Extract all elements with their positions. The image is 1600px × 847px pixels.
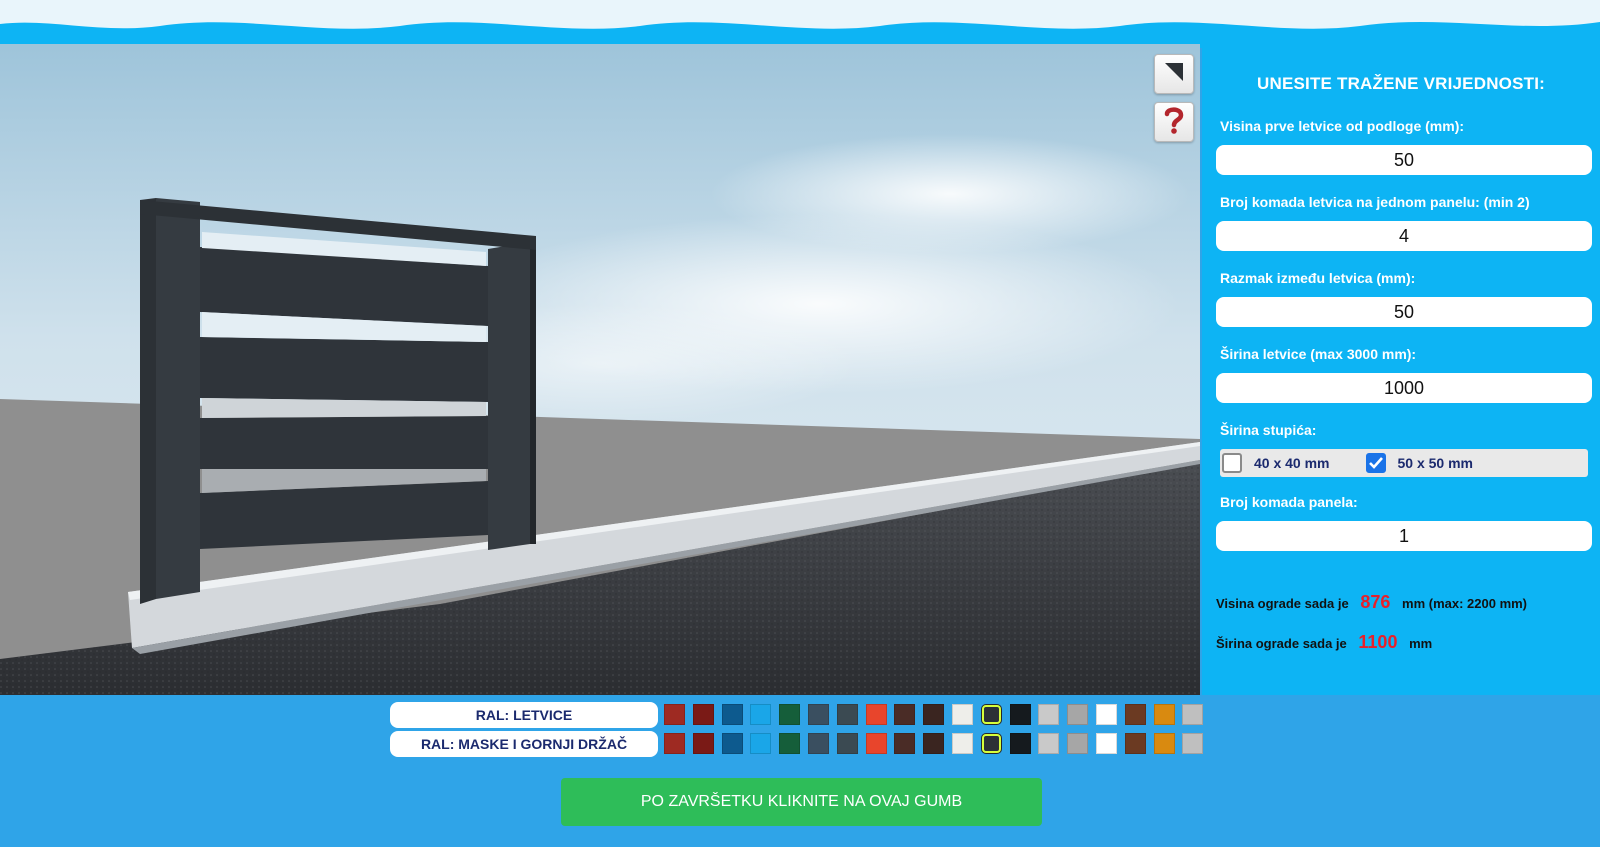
post-width-label: Širina stupića:	[1220, 422, 1317, 438]
fence-scene	[0, 44, 1200, 695]
finish-button[interactable]: PO ZAVRŠETKU KLIKNITE NA OVAJ GUMB	[561, 778, 1042, 826]
color-swatch[interactable]	[894, 704, 916, 725]
color-swatch[interactable]	[923, 733, 945, 754]
color-swatch[interactable]	[807, 704, 829, 725]
slat-spacing-label: Razmak između letvica (mm):	[1220, 270, 1416, 286]
fence-height-value: 876	[1360, 592, 1391, 612]
post-40-option[interactable]: 40 x 40 mm	[1222, 453, 1330, 473]
color-swatch[interactable]	[951, 704, 973, 725]
question-mark-icon	[1161, 105, 1187, 140]
post-40-checkbox[interactable]	[1222, 453, 1242, 473]
color-swatch[interactable]	[807, 733, 829, 754]
color-swatch[interactable]	[779, 704, 801, 725]
fence-width-summary: Širina ograde sada je 1100 mm	[1216, 632, 1432, 653]
post-50-option[interactable]: 50 x 50 mm	[1365, 453, 1474, 473]
color-swatch[interactable]	[951, 733, 973, 754]
fence-width-prefix: Širina ograde sada je	[1216, 636, 1347, 651]
color-swatch[interactable]	[1009, 704, 1031, 725]
color-swatch[interactable]	[865, 704, 887, 725]
color-swatch[interactable]	[692, 704, 714, 725]
color-swatch[interactable]	[1038, 733, 1060, 754]
panel-title: UNESITE TRAŽENE VRIJEDNOSTI:	[1256, 74, 1546, 93]
color-swatch[interactable]	[692, 733, 714, 754]
color-swatch[interactable]	[721, 733, 743, 754]
ral-slats-swatches	[664, 704, 1211, 726]
color-swatch[interactable]	[1153, 733, 1175, 754]
fence-height-suffix: mm (max: 2200 mm)	[1402, 596, 1528, 611]
input-panel: UNESITE TRAŽENE VRIJEDNOSTI: Visina prve…	[1202, 44, 1600, 695]
slat-width-label: Širina letvice (max 3000 mm):	[1220, 346, 1417, 362]
color-swatch[interactable]	[1009, 733, 1031, 754]
color-swatch[interactable]	[1182, 733, 1204, 754]
slat-count-input[interactable]	[1216, 221, 1592, 251]
color-swatch[interactable]	[779, 733, 801, 754]
color-swatch[interactable]	[664, 704, 685, 725]
color-swatch[interactable]	[1095, 733, 1117, 754]
checkmark-icon	[1368, 457, 1383, 469]
first-slat-height-label: Visina prve letvice od podloge (mm):	[1220, 118, 1465, 134]
color-swatch[interactable]	[1124, 704, 1146, 725]
post-width-options: 40 x 40 mm 50 x 50 mm	[1220, 449, 1588, 477]
first-slat-height-input[interactable]	[1216, 145, 1592, 175]
fence-3d-viewport[interactable]	[0, 44, 1200, 695]
fence-width-suffix: mm	[1409, 636, 1433, 651]
color-swatch[interactable]	[836, 704, 858, 725]
color-swatch[interactable]	[1067, 704, 1089, 725]
panel-count-input[interactable]	[1216, 521, 1592, 551]
top-wave-band	[0, 0, 1600, 48]
fence-height-summary: Visina ograde sada je 876 mm (max: 2200 …	[1216, 592, 1527, 613]
slat-spacing-input[interactable]	[1216, 297, 1592, 327]
ral-masks-swatches	[664, 733, 1211, 755]
color-swatch[interactable]	[980, 733, 1002, 754]
color-swatch[interactable]	[1153, 704, 1175, 725]
fullscreen-button[interactable]	[1154, 54, 1194, 94]
ral-slats-label: RAL: LETVICE	[390, 702, 658, 728]
fence-width-value: 1100	[1358, 632, 1398, 652]
ral-masks-label: RAL: MASKE I GORNJI DRŽAČ	[390, 731, 658, 757]
color-swatch[interactable]	[750, 704, 772, 725]
color-swatch[interactable]	[1124, 733, 1146, 754]
color-swatch[interactable]	[1038, 704, 1060, 725]
color-swatch[interactable]	[980, 704, 1002, 725]
color-swatch[interactable]	[750, 733, 772, 754]
color-swatch[interactable]	[721, 704, 743, 725]
fence-height-prefix: Visina ograde sada je	[1216, 596, 1349, 611]
help-button[interactable]	[1154, 102, 1194, 142]
slat-count-label: Broj komada letvica na jednom panelu: (m…	[1220, 194, 1530, 210]
post-40-label: 40 x 40 mm	[1254, 455, 1330, 471]
color-swatch[interactable]	[836, 733, 858, 754]
color-swatch[interactable]	[664, 733, 685, 754]
color-swatch[interactable]	[894, 733, 916, 754]
color-swatch[interactable]	[865, 733, 887, 754]
color-swatch[interactable]	[1067, 733, 1089, 754]
post-50-label: 50 x 50 mm	[1397, 455, 1474, 471]
fullscreen-corner-icon	[1161, 59, 1187, 90]
color-swatch[interactable]	[1095, 704, 1117, 725]
panel-count-label: Broj komada panela:	[1220, 494, 1358, 510]
color-swatch[interactable]	[1182, 704, 1204, 725]
post-50-checkbox[interactable]	[1365, 453, 1386, 473]
color-swatch[interactable]	[923, 704, 945, 725]
slat-width-input[interactable]	[1216, 373, 1592, 403]
